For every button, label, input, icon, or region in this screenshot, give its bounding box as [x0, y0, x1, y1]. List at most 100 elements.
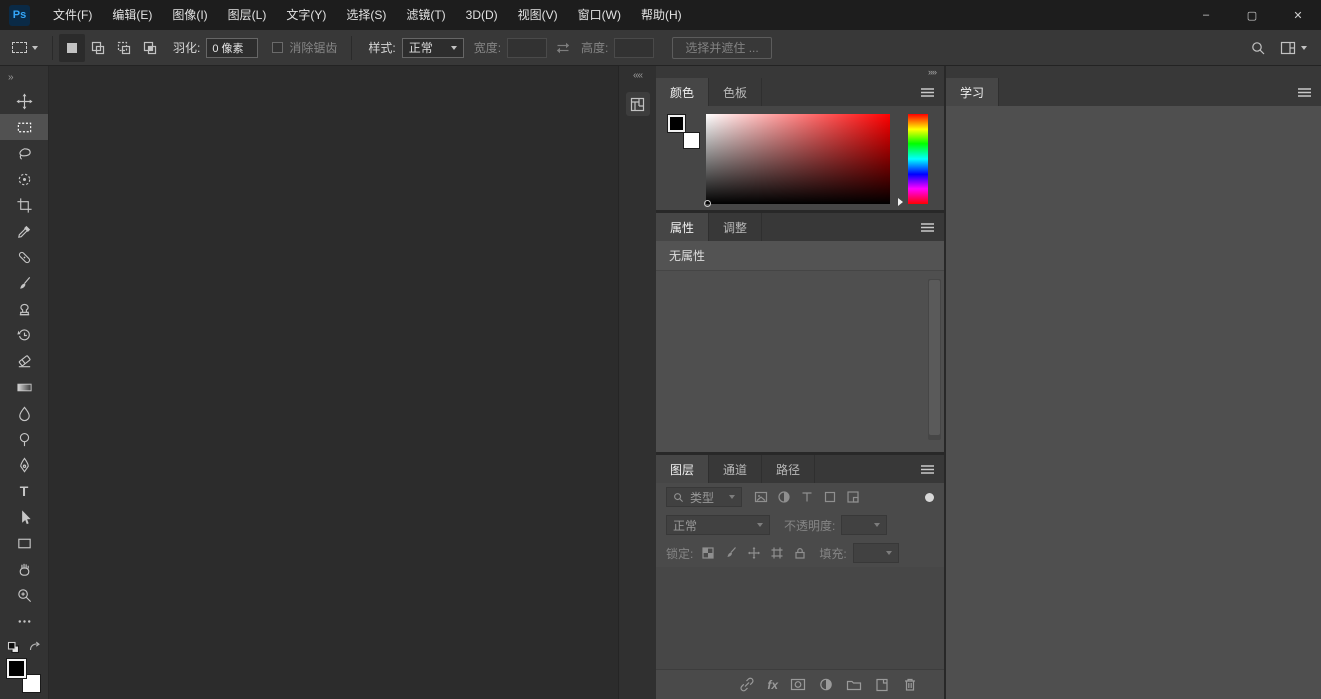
tool-lasso[interactable]	[0, 140, 48, 166]
delete-layer-icon[interactable]	[902, 677, 918, 692]
lock-image-pixels-icon[interactable]	[724, 546, 738, 560]
tool-rectangle-shape[interactable]	[0, 530, 48, 556]
lock-all-icon[interactable]	[793, 546, 807, 560]
add-to-selection-button[interactable]	[85, 34, 111, 62]
minimize-button[interactable]: –	[1183, 0, 1229, 30]
tool-dodge[interactable]	[0, 426, 48, 452]
search-icon[interactable]	[1250, 40, 1266, 56]
menu-view[interactable]: 视图(V)	[508, 0, 568, 30]
tool-hand[interactable]	[0, 556, 48, 582]
tool-eyedropper[interactable]	[0, 218, 48, 244]
hue-slider[interactable]	[908, 114, 928, 204]
filter-pixel-layers-icon[interactable]	[754, 490, 768, 504]
tab-channels[interactable]: 通道	[709, 455, 762, 483]
swap-width-height-icon[interactable]	[555, 40, 571, 56]
link-layers-icon[interactable]	[739, 677, 755, 692]
filter-shape-layers-icon[interactable]	[823, 490, 837, 504]
width-input[interactable]	[507, 38, 547, 58]
menu-file[interactable]: 文件(F)	[43, 0, 102, 30]
style-dropdown[interactable]: 正常	[402, 38, 464, 58]
add-layer-mask-icon[interactable]	[790, 677, 806, 692]
fill-dropdown[interactable]	[853, 543, 899, 563]
tool-zoom[interactable]	[0, 582, 48, 608]
menu-help[interactable]: 帮助(H)	[631, 0, 692, 30]
workspace-switcher[interactable]	[1280, 40, 1307, 56]
intersect-selection-button[interactable]	[137, 34, 163, 62]
tab-properties[interactable]: 属性	[656, 213, 709, 241]
tool-rectangular-marquee[interactable]	[0, 114, 48, 140]
maximize-button[interactable]: ▢	[1229, 0, 1275, 30]
opacity-dropdown[interactable]	[841, 515, 887, 535]
panel-menu-icon[interactable]	[920, 87, 935, 98]
tab-learn[interactable]: 学习	[946, 78, 999, 106]
tool-move[interactable]	[0, 88, 48, 114]
layer-filter-toggle[interactable]	[925, 493, 934, 502]
menu-3d[interactable]: 3D(D)	[456, 0, 508, 30]
feather-input[interactable]	[206, 38, 258, 58]
menu-type[interactable]: 文字(Y)	[276, 0, 336, 30]
tool-spot-healing-brush[interactable]	[0, 244, 48, 270]
tab-layers[interactable]: 图层	[656, 455, 709, 483]
tool-type[interactable]: T	[0, 478, 48, 504]
default-colors-icon[interactable]	[7, 641, 20, 654]
collapsed-panel-button[interactable]	[626, 92, 650, 116]
tab-paths[interactable]: 路径	[762, 455, 815, 483]
panel-menu-icon[interactable]	[920, 222, 935, 233]
new-layer-icon[interactable]	[874, 677, 890, 692]
filter-type-layers-icon[interactable]	[800, 490, 814, 504]
tool-pen[interactable]	[0, 452, 48, 478]
foreground-color-swatch[interactable]	[668, 115, 685, 132]
tool-preset-picker[interactable]	[0, 30, 46, 66]
menu-window[interactable]: 窗口(W)	[568, 0, 631, 30]
background-color-swatch[interactable]	[683, 132, 700, 149]
anti-alias-checkbox[interactable]	[272, 42, 283, 53]
tool-path-selection[interactable]	[0, 504, 48, 530]
new-adjustment-layer-icon[interactable]	[818, 677, 834, 692]
tool-edit-toolbar[interactable]	[0, 608, 48, 634]
scrollbar[interactable]	[928, 279, 941, 440]
lock-artboard-icon[interactable]	[770, 546, 784, 560]
menu-edit[interactable]: 编辑(E)	[102, 0, 162, 30]
select-and-mask-button[interactable]: 选择并遮住 ...	[672, 37, 771, 59]
tool-blur[interactable]	[0, 400, 48, 426]
tool-crop[interactable]	[0, 192, 48, 218]
menu-filter[interactable]: 滤镜(T)	[396, 0, 455, 30]
anti-alias-control[interactable]: 消除锯齿	[272, 39, 337, 56]
filter-adjustment-layers-icon[interactable]	[777, 490, 791, 504]
foreground-color-swatch[interactable]	[7, 659, 26, 678]
tool-clone-stamp[interactable]	[0, 296, 48, 322]
tab-color[interactable]: 颜色	[656, 78, 709, 106]
height-input[interactable]	[614, 38, 654, 58]
blend-mode-dropdown[interactable]: 正常	[666, 515, 770, 535]
panel-menu-icon[interactable]	[920, 464, 935, 475]
tool-quick-selection[interactable]	[0, 166, 48, 192]
tool-history-brush[interactable]	[0, 322, 48, 348]
tool-gradient[interactable]	[0, 374, 48, 400]
menu-select[interactable]: 选择(S)	[336, 0, 396, 30]
tool-brush[interactable]	[0, 270, 48, 296]
dock-collapse-chevron[interactable]: »»	[656, 66, 944, 78]
canvas-area[interactable]	[48, 66, 618, 699]
lock-transparent-pixels-icon[interactable]	[701, 546, 715, 560]
lock-position-icon[interactable]	[747, 546, 761, 560]
color-picker-handle[interactable]	[704, 200, 711, 207]
saturation-brightness-field[interactable]	[706, 114, 890, 204]
subtract-from-selection-button[interactable]	[111, 34, 137, 62]
close-button[interactable]: ✕	[1275, 0, 1321, 30]
toolbar-expand-chevron[interactable]: »	[0, 66, 48, 88]
new-selection-button[interactable]	[59, 34, 85, 62]
menu-image[interactable]: 图像(I)	[162, 0, 217, 30]
menu-layer[interactable]: 图层(L)	[218, 0, 277, 30]
tab-swatches[interactable]: 色板	[709, 78, 762, 106]
panel-menu-icon[interactable]	[1297, 87, 1312, 98]
layers-list[interactable]	[656, 567, 944, 669]
layer-style-icon[interactable]: fx	[767, 678, 778, 692]
swap-colors-icon[interactable]	[28, 641, 41, 654]
new-group-icon[interactable]	[846, 677, 862, 692]
tab-adjustments[interactable]: 调整	[709, 213, 762, 241]
layer-filter-type-dropdown[interactable]: 类型	[666, 487, 742, 507]
expand-panels-chevron[interactable]: ««	[633, 66, 642, 84]
filter-smart-objects-icon[interactable]	[846, 490, 860, 504]
scrollbar-thumb[interactable]	[929, 280, 940, 435]
tool-eraser[interactable]	[0, 348, 48, 374]
